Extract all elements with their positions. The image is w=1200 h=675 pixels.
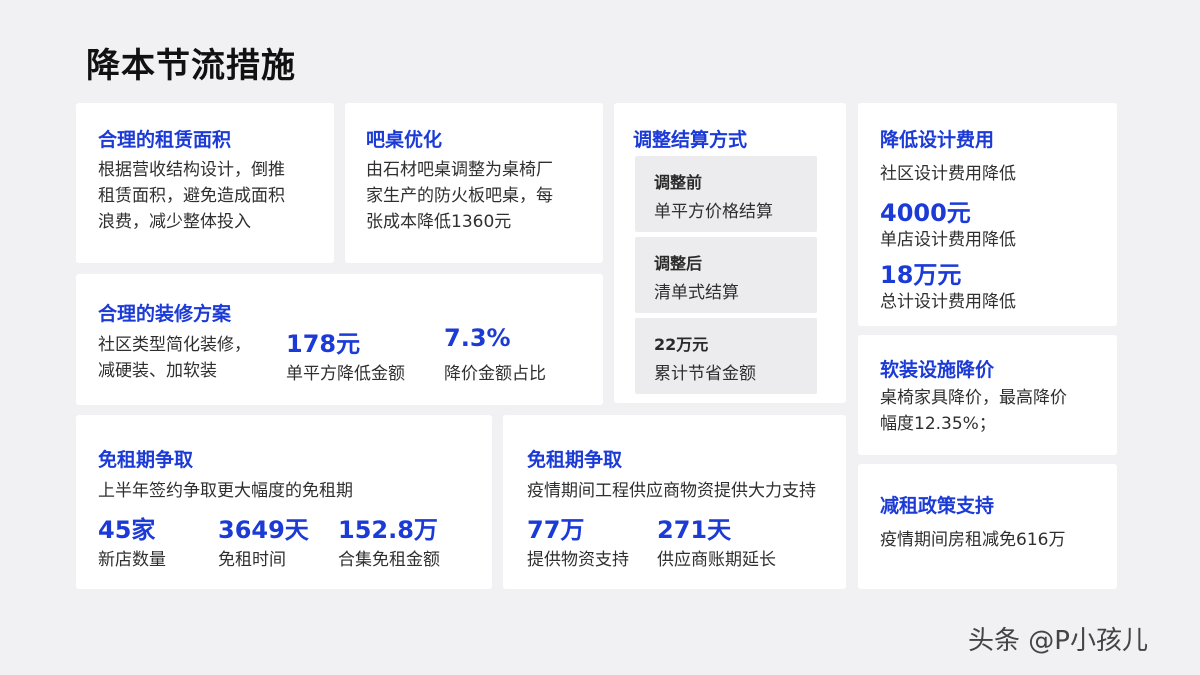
card-design-cost: 降低设计费用 社区设计费用降低 4000元 单店设计费用降低 18万元 总计设计…	[858, 103, 1117, 326]
card-rent-free-1: 免租期争取 上半年签约争取更大幅度的免租期 45家 新店数量 3649天 免租时…	[76, 415, 492, 589]
stat-value: 45家	[98, 516, 156, 544]
card-title: 减租政策支持	[880, 495, 995, 517]
card-text-line: 由石材吧桌调整为桌椅厂	[366, 160, 553, 180]
card-text-line: 租赁面积，避免造成面积	[98, 186, 285, 206]
card-text-line: 桌椅家具降价，最高降价	[880, 388, 1067, 408]
stat-label: 总计设计费用降低	[880, 292, 1016, 312]
stat-value: 18万元	[880, 261, 962, 289]
page-title: 降本节流措施	[86, 46, 296, 86]
card-text-line: 疫情期间房租减免616万	[880, 530, 1066, 550]
card-bar-table: 吧桌优化 由石材吧桌调整为桌椅厂 家生产的防火板吧桌，每 张成本降低1360元	[345, 103, 603, 263]
card-text-line: 减硬装、加软装	[98, 361, 217, 381]
stat-label: 合集免租金额	[338, 550, 440, 570]
watermark: 头条 @P小孩儿	[968, 626, 1148, 656]
settlement-before-box: 调整前 单平方价格结算	[635, 156, 817, 232]
card-text-line: 社区类型简化装修，	[98, 335, 251, 355]
card-rent-policy: 减租政策支持 疫情期间房租减免616万	[858, 464, 1117, 589]
card-title: 软装设施降价	[880, 359, 995, 381]
settlement-before-heading: 调整前	[654, 173, 703, 192]
card-intro: 社区设计费用降低	[880, 164, 1016, 184]
settlement-before-desc: 单平方价格结算	[654, 202, 773, 222]
card-title: 调整结算方式	[633, 129, 748, 151]
stat-value: 77万	[527, 516, 585, 544]
card-title: 免租期争取	[527, 449, 623, 471]
stat-label: 降价金额占比	[444, 364, 546, 384]
card-settlement: 调整结算方式 调整前 单平方价格结算 调整后 清单式结算 22万元 累计节省金额	[614, 103, 846, 403]
card-text-line: 浪费，减少整体投入	[98, 212, 251, 232]
card-title: 降低设计费用	[880, 129, 995, 151]
card-title: 免租期争取	[98, 449, 194, 471]
stat-label: 免租时间	[218, 550, 286, 570]
settlement-after-box: 调整后 清单式结算	[635, 237, 817, 313]
stat-value: 152.8万	[338, 516, 438, 544]
stat-label: 新店数量	[98, 550, 166, 570]
stat-label: 提供物资支持	[527, 550, 629, 570]
card-text-line: 张成本降低1360元	[366, 212, 512, 232]
stat-label: 供应商账期延长	[657, 550, 776, 570]
card-intro: 疫情期间工程供应商物资提供大力支持	[527, 481, 816, 501]
card-title: 吧桌优化	[366, 129, 443, 151]
settlement-after-heading: 调整后	[654, 254, 703, 273]
stat-label: 单店设计费用降低	[880, 230, 1016, 250]
card-text-line: 根据营收结构设计，倒推	[98, 160, 285, 180]
settlement-after-desc: 清单式结算	[654, 283, 739, 303]
stat-value: 7.3%	[444, 324, 511, 352]
settlement-savings-value: 22万元	[654, 335, 709, 354]
stat-value: 271天	[657, 516, 732, 544]
settlement-savings-desc: 累计节省金额	[654, 364, 756, 384]
card-intro: 上半年签约争取更大幅度的免租期	[98, 481, 353, 501]
card-rent-free-2: 免租期争取 疫情期间工程供应商物资提供大力支持 77万 提供物资支持 271天 …	[503, 415, 846, 589]
stat-label: 单平方降低金额	[286, 364, 405, 384]
settlement-savings-box: 22万元 累计节省金额	[635, 318, 817, 394]
card-title: 合理的租赁面积	[98, 129, 232, 151]
card-rent-area: 合理的租赁面积 根据营收结构设计，倒推 租赁面积，避免造成面积 浪费，减少整体投…	[76, 103, 334, 263]
card-text-line: 幅度12.35%；	[880, 414, 996, 434]
card-decoration: 合理的装修方案 社区类型简化装修， 减硬装、加软装 178元 单平方降低金额 7…	[76, 274, 603, 405]
card-text-line: 家生产的防火板吧桌，每	[366, 186, 553, 206]
stat-value: 3649天	[218, 516, 309, 544]
stat-value: 4000元	[880, 199, 971, 227]
card-title: 合理的装修方案	[98, 303, 232, 325]
stat-value: 178元	[286, 330, 361, 358]
card-soft-furnish: 软装设施降价 桌椅家具降价，最高降价 幅度12.35%；	[858, 335, 1117, 455]
